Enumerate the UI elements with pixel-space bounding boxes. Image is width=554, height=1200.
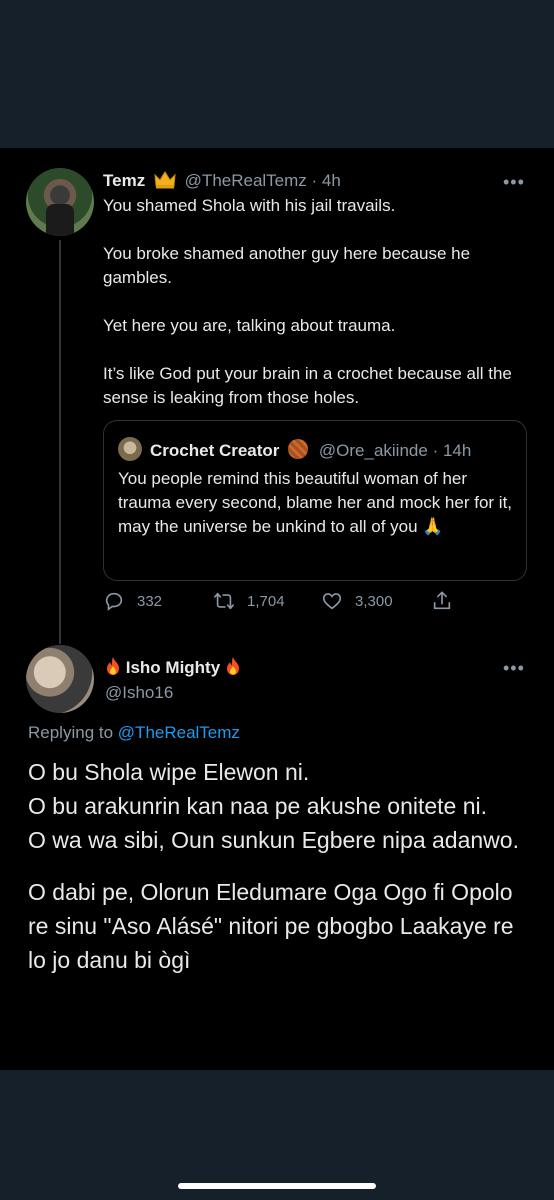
like-button[interactable]: 3,300 xyxy=(321,590,393,612)
retweet-button[interactable]: 1,704 xyxy=(213,590,285,612)
reply-button[interactable]: 332 xyxy=(103,590,162,612)
retweet-count: 1,704 xyxy=(247,592,285,610)
like-count: 3,300 xyxy=(355,592,393,610)
timestamp[interactable]: · 4h xyxy=(312,171,341,190)
display-name-row: Isho Mighty xyxy=(105,656,241,679)
replying-to-link[interactable]: @TheRealTemz xyxy=(118,723,240,742)
tweet-line: O wa wa sibi, Oun sunkun Egbere nipa ada… xyxy=(28,827,519,853)
share-button[interactable] xyxy=(431,590,465,612)
replying-to: Replying to @TheRealTemz xyxy=(28,722,240,744)
handle[interactable]: @Isho16 xyxy=(105,682,173,704)
reply-icon xyxy=(105,592,123,611)
quote-header: Crochet Creator @Ore_akiinde · 14h xyxy=(150,439,471,462)
fire-icon xyxy=(107,657,119,675)
display-name[interactable]: Temz xyxy=(103,171,145,190)
top-band xyxy=(0,0,554,148)
quote-avatar xyxy=(118,437,142,461)
avatar[interactable] xyxy=(26,645,94,713)
tweet-paragraph: You shamed Shola with his jail travails. xyxy=(103,196,396,215)
tweet-text: You shamed Shola with his jail travails.… xyxy=(103,194,528,434)
display-name[interactable]: Isho Mighty xyxy=(126,658,220,677)
yarn-icon xyxy=(288,439,309,459)
quote-timestamp: · 14h xyxy=(432,441,472,460)
replying-label: Replying to xyxy=(28,723,114,742)
thread-line xyxy=(59,240,61,644)
like-icon xyxy=(322,593,342,610)
more-icon[interactable]: ••• xyxy=(503,658,525,679)
home-indicator[interactable] xyxy=(178,1183,376,1189)
crown-icon xyxy=(154,171,176,189)
handle[interactable]: @TheRealTemz xyxy=(185,171,307,190)
tweet-paragraph: Yet here you are, talking about trauma. xyxy=(103,316,396,335)
quote-display-name: Crochet Creator xyxy=(150,441,280,460)
action-bar: 332 1,704 3,300 xyxy=(103,590,528,614)
more-icon[interactable]: ••• xyxy=(503,172,525,193)
fire-icon xyxy=(226,657,239,675)
tweet-text: O bu Shola wipe Elewon ni. O bu arakunri… xyxy=(28,755,533,977)
retweet-icon xyxy=(214,592,234,610)
bottom-band xyxy=(0,1070,554,1200)
tweet-paragraph: You broke shamed another guy here becaus… xyxy=(103,244,471,287)
avatar[interactable] xyxy=(26,168,94,236)
share-icon xyxy=(433,591,451,610)
quote-handle: @Ore_akiinde xyxy=(318,441,428,460)
tweet-header: Temz @TheRealTemz · 4h xyxy=(103,170,341,192)
tweet-line: O bu Shola wipe Elewon ni. xyxy=(28,759,310,785)
reply-count: 332 xyxy=(137,592,163,610)
quote-text: You people remind this beautiful woman o… xyxy=(118,469,513,536)
tweet-paragraph: It’s like God put your brain in a croche… xyxy=(103,364,512,407)
tweet-line: O dabi pe, Olorun Eledumare Oga Ogo fi O… xyxy=(28,879,514,973)
quoted-tweet[interactable]: Crochet Creator @Ore_akiinde · 14h You p… xyxy=(103,420,527,581)
tweet-line: O bu arakunrin kan naa pe akushe onitete… xyxy=(28,793,488,819)
